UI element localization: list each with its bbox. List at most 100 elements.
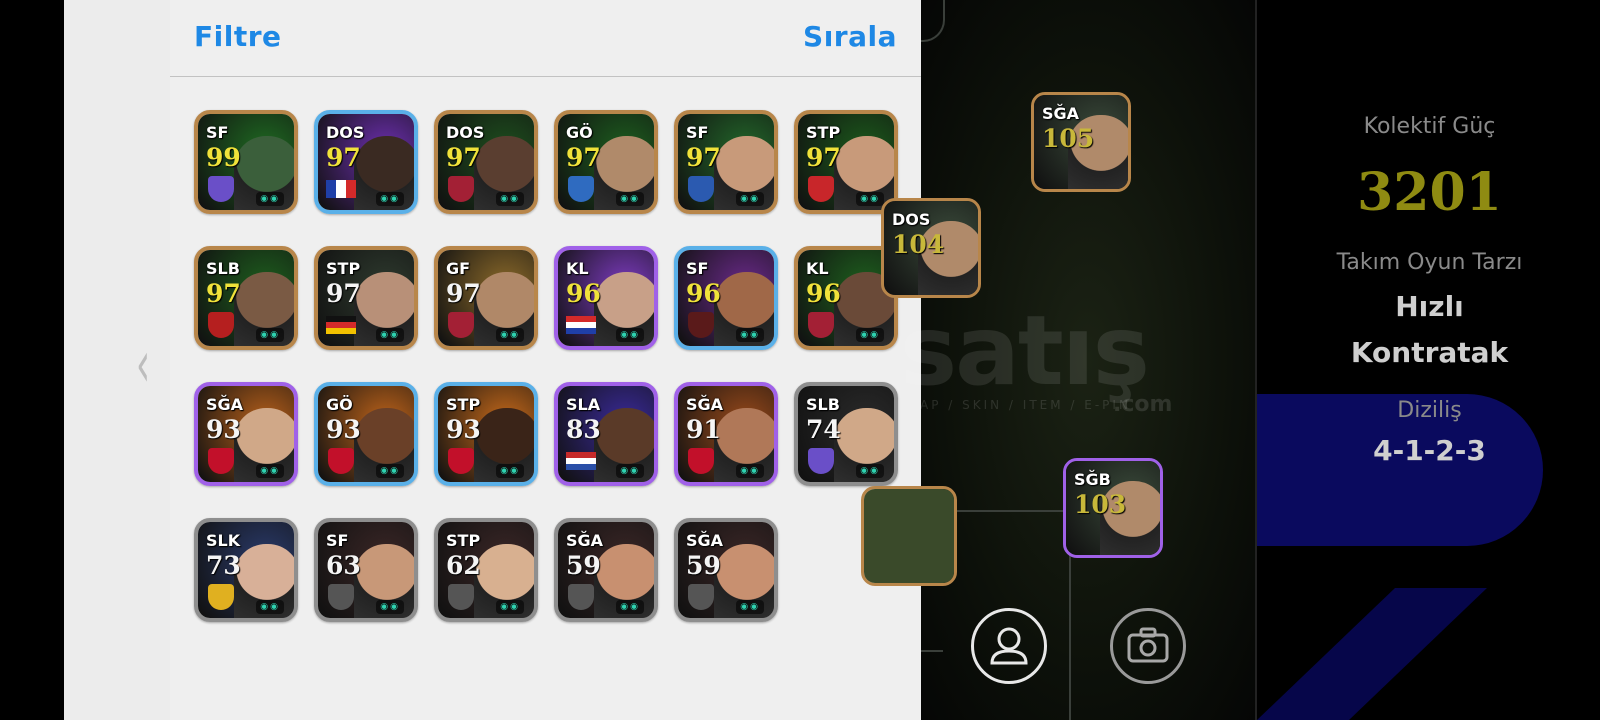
formation-label: Diziliş: [1397, 398, 1462, 423]
profile-button[interactable]: [971, 608, 1047, 684]
skill-indicator-icon: ◉◉: [256, 192, 284, 206]
back-chevron-icon[interactable]: ‹: [135, 330, 152, 400]
club-badge-icon: [208, 584, 234, 610]
card-background: [864, 489, 954, 583]
nation-flag-icon: [326, 316, 356, 334]
pitch-player-card[interactable]: SĞB 103: [1063, 458, 1163, 558]
collective-power-value: 3201: [1357, 162, 1502, 223]
skill-indicator-icon: ◉◉: [376, 464, 404, 478]
position-label: GÖ: [326, 395, 353, 414]
nation-flag-icon: [566, 452, 596, 470]
skill-indicator-icon: ◉◉: [256, 464, 284, 478]
club-badge-icon: [808, 312, 834, 338]
watermark: satış: [900, 295, 1150, 407]
position-label: SF: [686, 123, 709, 142]
watermark-subtitle: AP / SKIN / ITEM / E-PIN: [920, 398, 1131, 412]
player-card[interactable]: SLB 97 ◉◉: [194, 246, 298, 350]
position-label: STP: [326, 259, 361, 278]
decorative-stripe: [1257, 588, 1487, 720]
position-label: SLB: [806, 395, 840, 414]
overall-rating: 63: [326, 551, 361, 580]
position-label: DOS: [326, 123, 365, 142]
user-icon: [990, 627, 1028, 665]
sort-button[interactable]: Sırala: [803, 20, 897, 53]
player-card[interactable]: SF 63 ◉◉: [314, 518, 418, 622]
player-card[interactable]: DOS 97 ◉◉: [314, 110, 418, 214]
club-badge-icon: [808, 448, 834, 474]
overall-rating: 59: [566, 551, 601, 580]
filter-button[interactable]: Filtre: [194, 20, 282, 53]
skill-indicator-icon: ◉◉: [496, 192, 524, 206]
player-card[interactable]: SLK 73 ◉◉: [194, 518, 298, 622]
team-playstyle-value-2: Kontratak: [1350, 336, 1509, 369]
club-badge-icon: [568, 584, 594, 610]
position-label: SF: [326, 531, 349, 550]
skill-indicator-icon: ◉◉: [256, 600, 284, 614]
player-card[interactable]: STP 97 ◉◉: [314, 246, 418, 350]
player-card[interactable]: KL 96 ◉◉: [554, 246, 658, 350]
club-badge-icon: [208, 176, 234, 202]
team-playstyle-value: Hızlı: [1395, 290, 1464, 323]
overall-rating: 97: [326, 279, 361, 308]
position-label: SĞA: [1042, 104, 1080, 123]
player-card[interactable]: SĞA 93 ◉◉: [194, 382, 298, 486]
skill-indicator-icon: ◉◉: [616, 600, 644, 614]
player-card[interactable]: SLA 83 ◉◉: [554, 382, 658, 486]
overall-rating: 97: [446, 279, 481, 308]
overall-rating: 74: [806, 415, 841, 444]
position-label: SLB: [206, 259, 240, 278]
overall-rating: 97: [326, 143, 361, 172]
position-label: DOS: [446, 123, 485, 142]
player-card[interactable]: SĞA 59 ◉◉: [674, 518, 778, 622]
pitch-player-card[interactable]: SĞA 105: [1031, 92, 1131, 192]
formation-value[interactable]: 4-1-2-3: [1257, 434, 1600, 467]
player-card[interactable]: GF 97 ◉◉: [434, 246, 538, 350]
skill-indicator-icon: ◉◉: [736, 464, 764, 478]
skill-indicator-icon: ◉◉: [496, 328, 524, 342]
skill-indicator-icon: ◉◉: [856, 328, 884, 342]
club-badge-icon: [688, 584, 714, 610]
pitch-player-card[interactable]: [861, 486, 957, 586]
team-playstyle-label: Takım Oyun Tarzı: [1336, 250, 1523, 275]
pitch-arc: [921, 0, 945, 42]
player-card[interactable]: SF 96 ◉◉: [674, 246, 778, 350]
camera-icon: [1127, 627, 1169, 663]
position-label: SĞA: [686, 531, 724, 550]
collective-power-label: Kolektif Güç: [1363, 114, 1496, 139]
position-label: SĞA: [206, 395, 244, 414]
player-card[interactable]: STP 62 ◉◉: [434, 518, 538, 622]
position-label: SĞA: [566, 531, 604, 550]
player-card[interactable]: STP 93 ◉◉: [434, 382, 538, 486]
club-badge-icon: [448, 448, 474, 474]
skill-indicator-icon: ◉◉: [736, 192, 764, 206]
overall-rating: 97: [566, 143, 601, 172]
overall-rating: 99: [206, 143, 241, 172]
camera-button[interactable]: [1110, 608, 1186, 684]
club-badge-icon: [448, 176, 474, 202]
pitch-player-card[interactable]: DOS 104: [881, 198, 981, 298]
player-card[interactable]: SF 99 ◉◉: [194, 110, 298, 214]
club-badge-icon: [448, 312, 474, 338]
position-label: SĞB: [1074, 470, 1111, 489]
position-label: STP: [806, 123, 841, 142]
player-card[interactable]: SĞA 59 ◉◉: [554, 518, 658, 622]
overall-rating: 73: [206, 551, 241, 580]
skill-indicator-icon: ◉◉: [256, 328, 284, 342]
skill-indicator-icon: ◉◉: [856, 464, 884, 478]
overall-rating: 83: [566, 415, 601, 444]
player-card[interactable]: GÖ 93 ◉◉: [314, 382, 418, 486]
overall-rating: 105: [1042, 124, 1095, 153]
player-card[interactable]: SLB 74 ◉◉: [794, 382, 898, 486]
nation-flag-icon: [566, 316, 596, 334]
player-card[interactable]: GÖ 97 ◉◉: [554, 110, 658, 214]
player-card[interactable]: SĞA 91 ◉◉: [674, 382, 778, 486]
skill-indicator-icon: ◉◉: [616, 192, 644, 206]
player-card[interactable]: STP 97 ◉◉: [794, 110, 898, 214]
player-card[interactable]: DOS 97 ◉◉: [434, 110, 538, 214]
position-label: SĞA: [686, 395, 724, 414]
skill-indicator-icon: ◉◉: [376, 192, 404, 206]
player-card[interactable]: SF 97 ◉◉: [674, 110, 778, 214]
position-label: KL: [566, 259, 589, 278]
skill-indicator-icon: ◉◉: [736, 600, 764, 614]
position-label: SF: [686, 259, 709, 278]
